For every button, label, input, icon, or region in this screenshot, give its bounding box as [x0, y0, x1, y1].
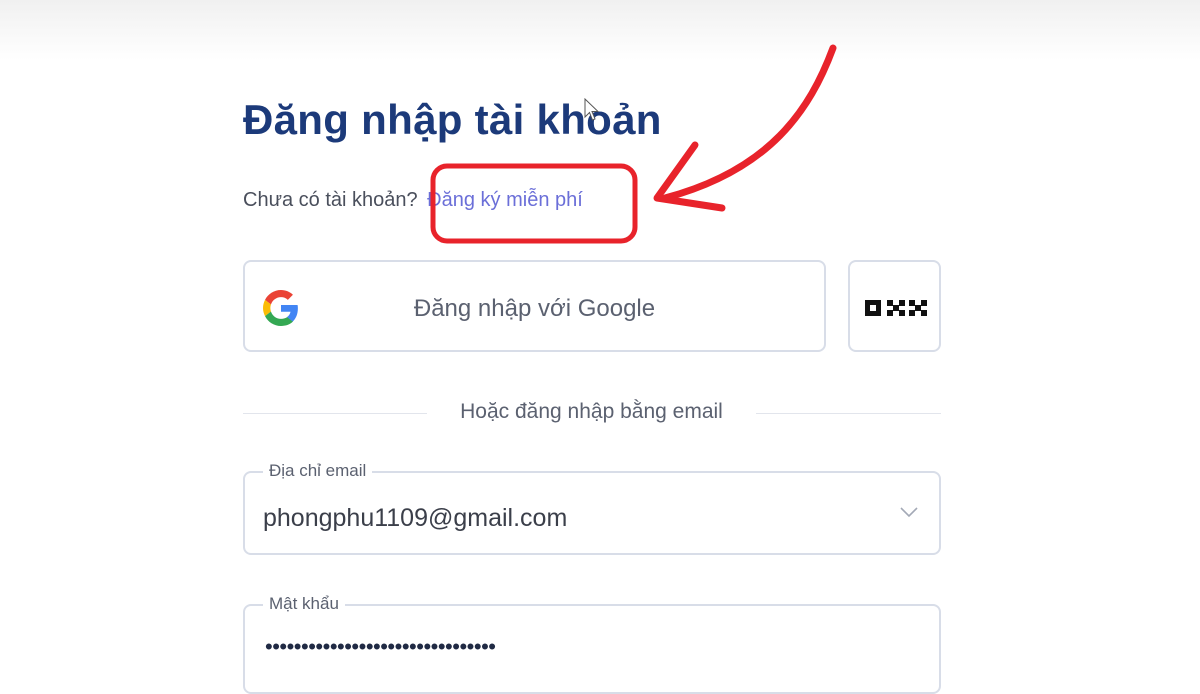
top-shade	[0, 0, 1200, 60]
signup-prompt: Chưa có tài khoản?	[243, 189, 418, 211]
password-label: Mật khẩu	[263, 594, 345, 614]
google-login-button[interactable]: Đăng nhập với Google	[243, 260, 826, 352]
okx-login-button[interactable]	[848, 260, 941, 352]
password-value[interactable]: ••••••••••••••••••••••••••••••••	[265, 634, 496, 660]
annotation-arrow-head	[653, 141, 726, 212]
signup-link[interactable]: Đăng ký miễn phí	[427, 189, 583, 211]
mouse-cursor-icon	[584, 98, 600, 121]
annotation-arrow	[661, 44, 837, 202]
chevron-down-icon[interactable]	[899, 505, 919, 519]
divider-text: Hoặc đăng nhập bằng email	[460, 400, 723, 423]
email-label: Địa chỉ email	[263, 461, 373, 481]
email-field[interactable]: Địa chỉ email phongphu1109@gmail.com	[243, 461, 941, 555]
okx-icon	[865, 300, 927, 316]
email-value[interactable]: phongphu1109@gmail.com	[263, 504, 567, 533]
divider-left	[243, 413, 427, 414]
password-field[interactable]: Mật khẩu •••••••••••••••••••••••••••••••…	[243, 594, 941, 694]
google-login-label: Đăng nhập với Google	[413, 295, 656, 322]
divider-right	[756, 413, 941, 414]
signup-row: Chưa có tài khoản? Đăng ký miễn phí	[243, 189, 583, 212]
